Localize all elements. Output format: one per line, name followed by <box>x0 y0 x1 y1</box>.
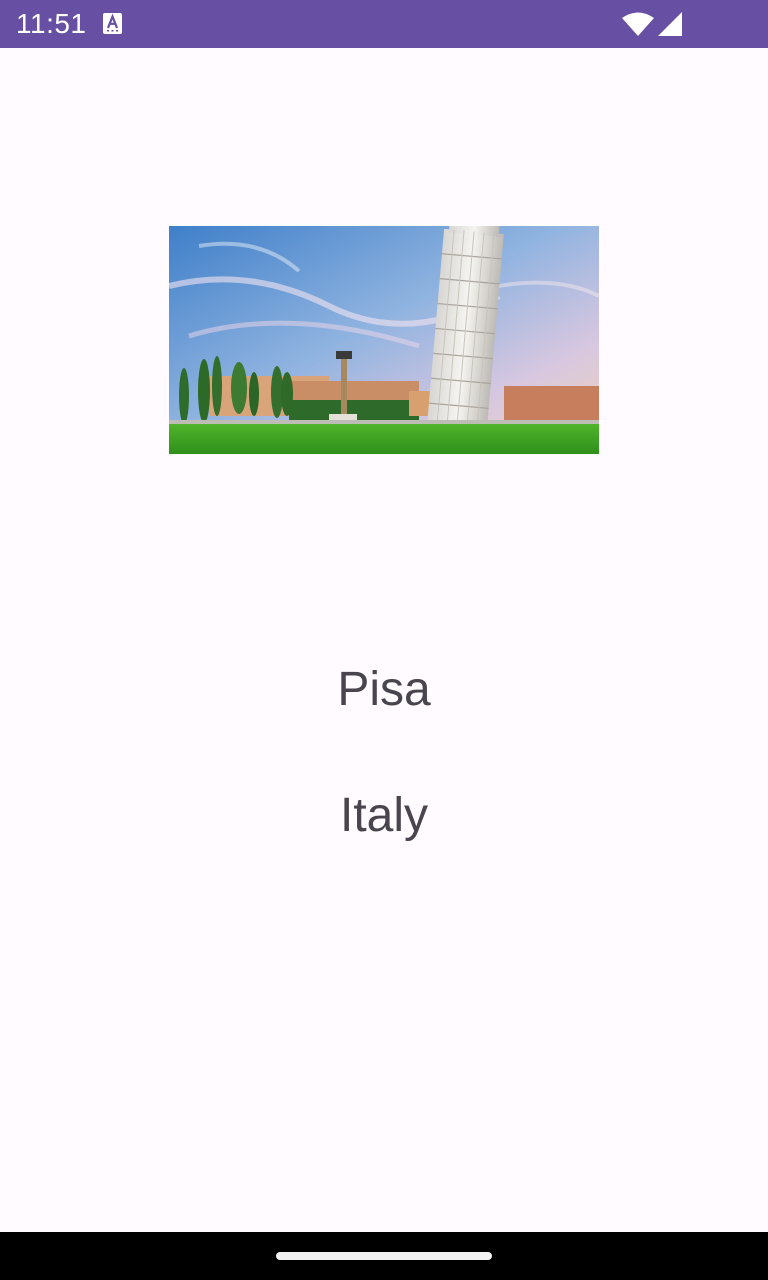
leaning-tower-of-pisa-photo <box>169 226 599 454</box>
destination-detail-screen: Pisa Italy <box>0 48 768 1232</box>
cellular-signal-icon <box>658 12 682 36</box>
status-bar: 11:51 <box>0 0 768 48</box>
city-name: Pisa <box>337 663 431 716</box>
wifi-icon <box>622 12 654 36</box>
navigation-bar <box>0 1232 768 1280</box>
country-name: Italy <box>339 789 429 842</box>
status-time: 11:51 <box>16 8 87 39</box>
home-gesture-handle[interactable] <box>276 1252 492 1260</box>
text-a-notification-icon <box>103 13 122 34</box>
